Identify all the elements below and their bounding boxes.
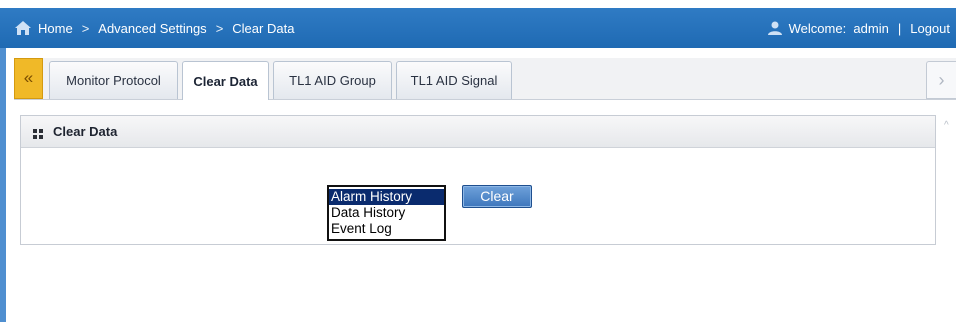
- tab-clear-data[interactable]: Clear Data: [182, 61, 269, 100]
- panel-title: Clear Data: [53, 124, 118, 139]
- breadcrumb-separator: >: [81, 20, 90, 36]
- clear-button[interactable]: Clear: [462, 185, 532, 208]
- tab-tl1-aid-signal[interactable]: TL1 AID Signal: [396, 61, 512, 99]
- data-type-listbox[interactable]: Alarm History Data History Event Log: [327, 185, 446, 241]
- option-alarm-history[interactable]: Alarm History: [329, 189, 444, 205]
- user-area: Welcome: admin | Logout: [767, 8, 950, 48]
- vertical-scrollbar[interactable]: ^: [943, 100, 956, 322]
- tab-tl1-aid-group[interactable]: TL1 AID Group: [273, 61, 392, 99]
- top-navigation-bar: Home > Advanced Settings > Clear Data We…: [0, 8, 956, 48]
- breadcrumb: Home > Advanced Settings > Clear Data: [14, 8, 294, 48]
- left-edge-strip: [0, 48, 6, 322]
- home-icon[interactable]: [14, 20, 32, 36]
- option-event-log[interactable]: Event Log: [329, 221, 444, 237]
- tab-scroll-left-button[interactable]: «: [14, 58, 43, 99]
- scroll-up-icon[interactable]: ^: [944, 120, 949, 131]
- username: admin: [853, 20, 889, 36]
- clear-data-panel: Clear Data Alarm History Data History Ev…: [20, 115, 936, 245]
- breadcrumb-clear-data: Clear Data: [232, 20, 295, 36]
- breadcrumb-separator: >: [215, 20, 224, 36]
- panel-header: Clear Data: [21, 116, 935, 148]
- logout-link[interactable]: Logout: [910, 21, 950, 36]
- grid-icon: [33, 127, 43, 139]
- breadcrumb-home[interactable]: Home: [38, 21, 73, 36]
- user-divider: |: [897, 20, 902, 36]
- tab-scroll-right-button[interactable]: ›: [926, 61, 956, 99]
- welcome-label: Welcome:: [788, 20, 847, 36]
- tab-bar: « Monitor Protocol Clear Data TL1 AID Gr…: [14, 58, 956, 100]
- user-icon: [767, 20, 783, 36]
- breadcrumb-advanced-settings[interactable]: Advanced Settings: [98, 21, 206, 36]
- option-data-history[interactable]: Data History: [329, 205, 444, 221]
- tab-monitor-protocol[interactable]: Monitor Protocol: [49, 61, 178, 99]
